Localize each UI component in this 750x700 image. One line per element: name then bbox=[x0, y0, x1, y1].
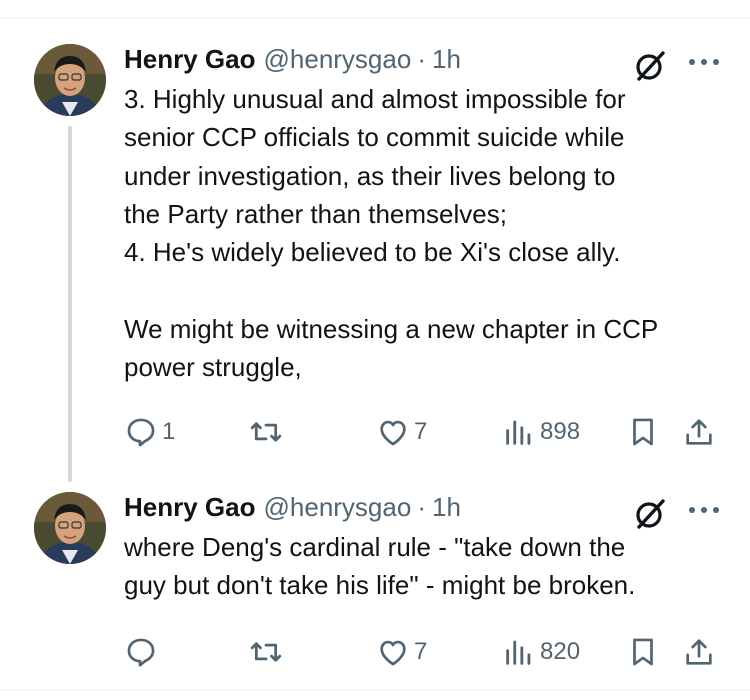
heart-icon bbox=[380, 640, 406, 666]
retweet-button[interactable] bbox=[248, 412, 288, 452]
retweet-icon bbox=[250, 422, 282, 442]
author-handle[interactable]: @henrysgao bbox=[264, 44, 412, 75]
more-icon[interactable] bbox=[684, 494, 724, 526]
separator-dot: · bbox=[417, 44, 426, 74]
grok-icon[interactable] bbox=[632, 496, 668, 532]
tweet-text: where Deng's cardinal rule - "take down … bbox=[124, 532, 636, 601]
like-button[interactable]: 7 bbox=[376, 632, 427, 672]
views-icon bbox=[506, 640, 531, 665]
view-count: 820 bbox=[540, 638, 581, 665]
reply-count: 1 bbox=[162, 418, 176, 445]
bookmark-button[interactable] bbox=[626, 632, 660, 672]
like-count: 7 bbox=[414, 418, 428, 445]
bookmark-button[interactable] bbox=[626, 412, 660, 452]
retweet-button[interactable] bbox=[248, 632, 288, 672]
views-icon bbox=[506, 420, 531, 445]
like-button[interactable]: 7 bbox=[376, 412, 427, 452]
reply-button[interactable] bbox=[124, 632, 162, 672]
avatar[interactable] bbox=[34, 492, 106, 564]
views-button[interactable]: 820 bbox=[502, 632, 580, 672]
views-button[interactable]: 898 bbox=[502, 412, 580, 452]
reply-button[interactable]: 1 bbox=[124, 412, 175, 452]
share-button[interactable] bbox=[682, 632, 716, 672]
like-count: 7 bbox=[414, 638, 428, 665]
reply-icon bbox=[127, 638, 155, 667]
bookmark-icon bbox=[633, 638, 653, 666]
author-handle[interactable]: @henrysgao bbox=[264, 492, 412, 523]
timestamp[interactable]: 1h bbox=[432, 492, 461, 523]
tweet-content: Henry Gao @henrysgao · 1h 3. Highly unus… bbox=[124, 44, 724, 386]
top-divider bbox=[0, 18, 750, 19]
tweet-actions: 1 7 898 bbox=[124, 412, 720, 452]
share-button[interactable] bbox=[682, 412, 716, 452]
author-name[interactable]: Henry Gao bbox=[124, 44, 256, 75]
avatar[interactable] bbox=[34, 44, 106, 116]
bookmark-icon bbox=[633, 418, 653, 446]
retweet-icon bbox=[250, 642, 282, 662]
bottom-divider bbox=[0, 690, 750, 691]
separator-dot: · bbox=[417, 492, 426, 522]
share-icon bbox=[686, 639, 712, 665]
tweet-actions: 7 820 bbox=[124, 632, 720, 672]
heart-icon bbox=[380, 420, 406, 446]
share-icon bbox=[686, 419, 712, 445]
timestamp[interactable]: 1h bbox=[432, 44, 461, 75]
author-name[interactable]: Henry Gao bbox=[124, 492, 256, 523]
reply-icon bbox=[127, 418, 155, 447]
tweet-text: 3. Highly unusual and almost impossible … bbox=[124, 84, 659, 383]
more-icon[interactable] bbox=[684, 46, 724, 78]
tweet-content: Henry Gao @henrysgao · 1h where Deng's c… bbox=[124, 492, 724, 605]
grok-icon[interactable] bbox=[632, 48, 668, 84]
view-count: 898 bbox=[540, 418, 581, 445]
thread-connector-line bbox=[68, 126, 72, 482]
